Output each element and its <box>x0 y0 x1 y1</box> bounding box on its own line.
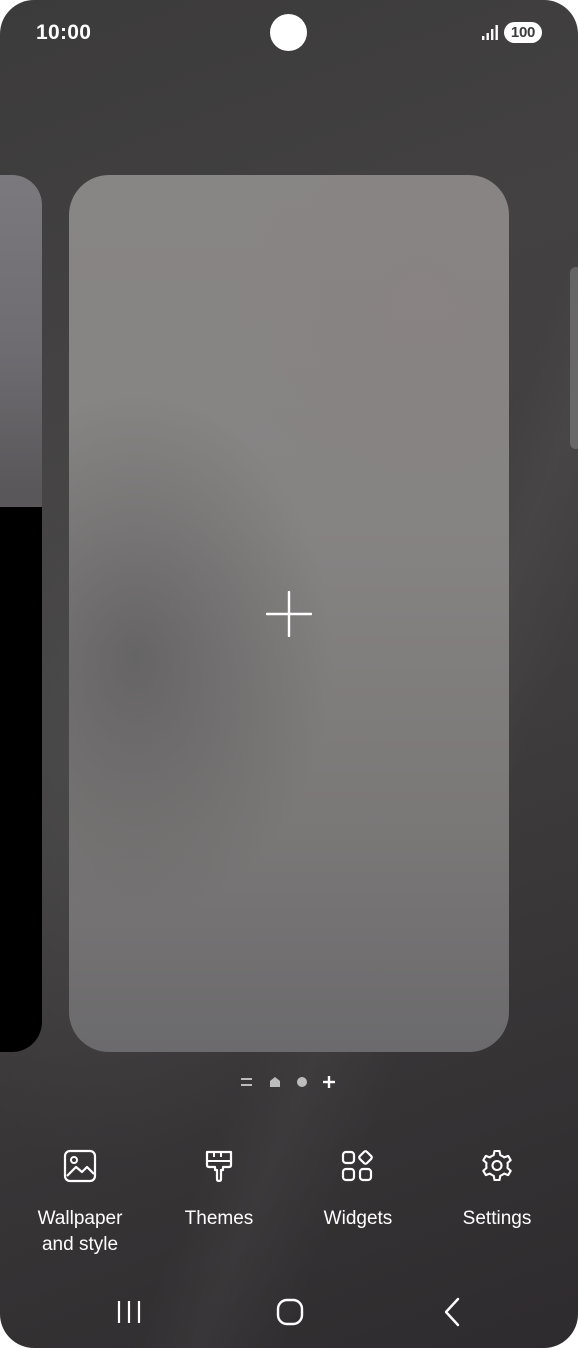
status-time: 10:00 <box>36 21 92 44</box>
recents-icon[interactable] <box>109 1292 149 1332</box>
wallpaper-and-style-button[interactable]: Wallpaper and style <box>10 1140 150 1266</box>
plus-icon[interactable] <box>319 1072 339 1092</box>
plus-icon <box>266 591 312 637</box>
add-home-page-card[interactable] <box>69 175 509 1052</box>
wallpaper-label: Wallpaper and style <box>10 1206 150 1258</box>
home-outline-icon[interactable] <box>270 1292 310 1332</box>
camera-cutout <box>270 14 307 51</box>
gear-icon <box>482 1149 512 1182</box>
wallpaper-label-line1: Wallpaper <box>37 1208 123 1229</box>
navigation-bar <box>0 1280 578 1348</box>
settings-label: Settings <box>462 1208 532 1229</box>
status-bar: 10:00 100 <box>0 0 578 66</box>
signal-bars-icon <box>482 25 498 40</box>
widgets-icon <box>341 1150 373 1182</box>
battery-level: 100 <box>504 22 542 43</box>
double-line-icon[interactable] <box>236 1072 256 1092</box>
dot-icon[interactable] <box>292 1072 312 1092</box>
home-screen-edit-mode: 10:00 100 Wallpaper and style Themes Wid… <box>0 0 578 1348</box>
page-indicator <box>236 1072 342 1092</box>
home-icon[interactable] <box>265 1072 285 1092</box>
settings-button[interactable]: Settings <box>427 1140 567 1266</box>
wallpaper-label-line2: and style <box>41 1234 119 1255</box>
edge-panel-handle[interactable] <box>570 267 578 449</box>
side-page-dark-area <box>0 507 42 1052</box>
widgets-label: Widgets <box>323 1208 393 1229</box>
widgets-button[interactable]: Widgets <box>288 1140 428 1266</box>
edit-mode-menu: Wallpaper and style Themes Widgets Setti… <box>0 1140 578 1270</box>
paintbrush-icon <box>205 1150 233 1183</box>
themes-label: Themes <box>184 1208 254 1229</box>
back-chevron-icon[interactable] <box>432 1292 472 1332</box>
home-page-previous[interactable] <box>0 175 42 1052</box>
image-icon <box>63 1149 97 1183</box>
themes-button[interactable]: Themes <box>149 1140 289 1266</box>
